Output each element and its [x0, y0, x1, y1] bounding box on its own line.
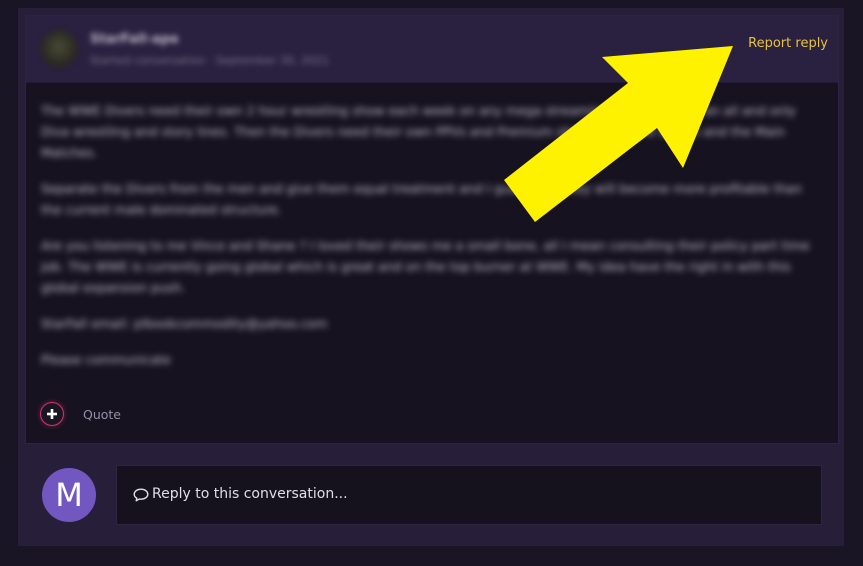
quote-button[interactable]: Quote — [83, 407, 121, 422]
author-name[interactable]: StarFall-ape — [90, 32, 179, 47]
post-header: StarFall-ape Started conversation · Sept… — [26, 16, 838, 83]
post-meta: Started conversation · September 30, 202… — [90, 54, 329, 67]
conversation-container: StarFall-ape Started conversation · Sept… — [18, 8, 844, 546]
post-paragraph: Separate the Divers from the men and giv… — [41, 181, 802, 217]
report-reply-link[interactable]: Report reply — [748, 36, 828, 51]
user-avatar: M — [42, 468, 96, 522]
reply-input[interactable]: Reply to this conversation... — [116, 465, 822, 525]
post-paragraph: The WWE Divers need their own 2 hour wre… — [41, 103, 797, 160]
reply-placeholder: Reply to this conversation... — [152, 486, 348, 502]
author-avatar[interactable] — [40, 30, 78, 68]
post-card: StarFall-ape Started conversation · Sept… — [25, 15, 839, 444]
post-paragraph: Please communicate — [41, 352, 171, 367]
post-paragraph: Are you listening to me Vince and Shane … — [41, 238, 810, 295]
plus-icon — [47, 409, 57, 419]
react-button[interactable] — [40, 402, 64, 426]
speech-bubble-icon — [133, 488, 149, 502]
post-paragraph: StarFall email: plbookcommodity@yahoo.co… — [41, 316, 328, 331]
post-body: The WWE Divers need their own 2 hour wre… — [41, 100, 826, 385]
